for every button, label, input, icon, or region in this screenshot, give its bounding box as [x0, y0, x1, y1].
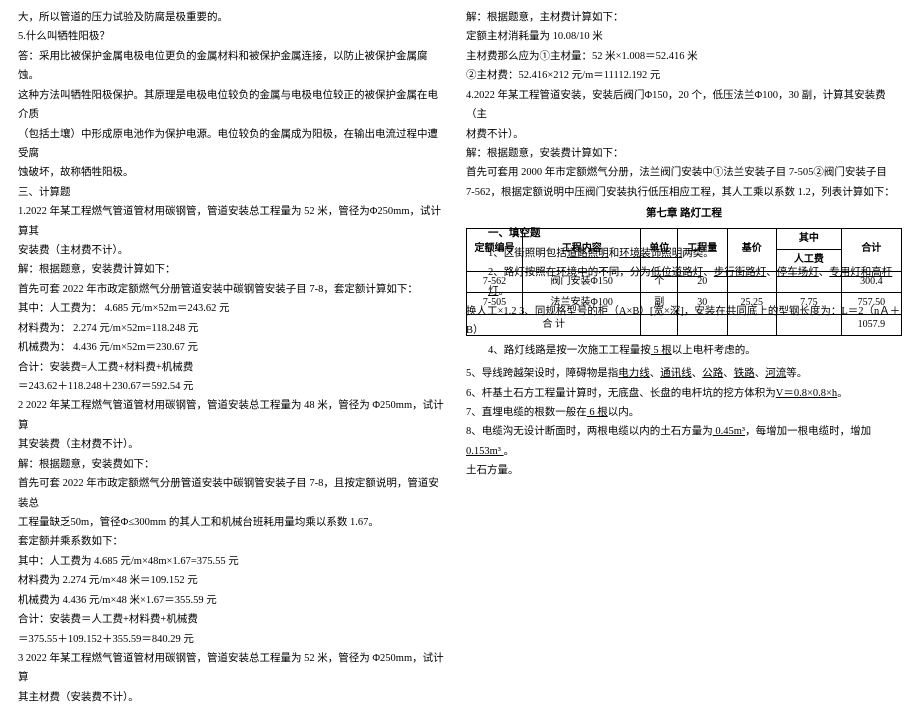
para: 4.2022 年某工程管道安装，安装后阀门Φ150，20 个，低压法兰Φ100，… [466, 86, 902, 125]
para: 主材费那么应为①主材量：52 米×1.008＝52.416 米 [466, 47, 902, 66]
td-sum-val: 1057.9 [841, 314, 901, 336]
fill-item: 5、导线跨越架设时，障碍物是指电力线、通讯线、公路、铁路、河流等。 [466, 364, 902, 383]
td-sum-label: 合 计 [467, 314, 641, 336]
fill-item: 4、路灯线路是按一次施工工程量按 5 根以上电杆考虑的。 [466, 341, 902, 360]
th-sub: 人工费 [777, 250, 842, 272]
fill-item: 7、直埋电缆的根数一般在 6 根以内。 [466, 403, 902, 422]
chapter-title: 第七章 路灯工程 [466, 204, 902, 223]
para: 套定额并乘系数如下： [18, 532, 446, 551]
para: 材料费为： 2.274 元/m×52m=118.248 元 [18, 319, 446, 338]
left-column: 大，所以管道的压力试验及防腐是极重要的。 5.什么叫牺牲阳极？ 答：采用比被保护… [18, 8, 460, 643]
para: 其中：人工费为 4.685 元/m×48m×1.67=375.55 元 [18, 552, 446, 571]
para: 2 2022 年某工程燃气管道管材用碳钢管，管道安装总工程量为 48 米，管径为… [18, 396, 446, 435]
para: 定额主材消耗量为 10.08/10 米 [466, 27, 902, 46]
td: 25.25 [727, 293, 777, 315]
td: 300.4 [841, 271, 901, 293]
para: 大，所以管道的压力试验及防腐是极重要的。 [18, 8, 446, 27]
para: 工程量缺乏50m，管径Φ≤300mm 的其人工和机械台班耗用量均乘以系数 1.6… [18, 513, 446, 532]
para: 蚀破坏，故称牺牲阳极。 [18, 163, 446, 182]
para: 5.什么叫牺牲阳极？ [18, 27, 446, 46]
para: 其安装费（主材费不计）。 [18, 435, 446, 454]
para: 材费不计）。 [466, 125, 902, 144]
td: 法兰安装Φ100 [522, 293, 640, 315]
para: 其中：人工费为： 4.685 元/m×52m＝243.62 元 [18, 299, 446, 318]
para: 安装费（主材费不计）。 [18, 241, 446, 260]
para: 7-562，根据定额说明中压阀门安装执行低压相应工程，其人工乘以系数 1.2，列… [466, 183, 902, 202]
table-row: 7-505 法兰安装Φ100 副 30 25.25 7.75 757.50 [467, 293, 902, 315]
td: 7-505 [467, 293, 523, 315]
td [727, 271, 777, 293]
th: 工程量 [678, 228, 728, 271]
fill-item: 6、杆基土石方工程量计算时，无底盘、长盘的电杆坑的挖方体积为V＝0.8×0.8×… [466, 384, 902, 403]
th: 基价 [727, 228, 777, 271]
para: 其主材费（安装费不计）。 [18, 688, 446, 707]
para: ②主材费：52.416×212 元/m＝11112.192 元 [466, 66, 902, 85]
para: 土石方量。 [466, 461, 902, 480]
th: 合计 [841, 228, 901, 271]
td: 7.75 [777, 293, 842, 315]
para: （包括土壤）中形成原电池作为保护电源。电位较负的金属成为阳极，在输出电流过程中遭… [18, 125, 446, 164]
para: ＝243.62＋118.248＋230.67＝592.54 元 [18, 377, 446, 396]
th: 定额编号 [467, 228, 523, 271]
fill-item: 8、电缆沟无设计断面时，两根电缆以内的土石方量为 0.45m³，每增加一根电缆时… [466, 422, 902, 461]
para: 材料费为 2.274 元/m×48 米＝109.152 元 [18, 571, 446, 590]
para: 首先可套 2022 年市政定额燃气分册管道安装中碳钢管安装子目 7-8，套定额计… [18, 280, 446, 299]
th: 工程内容 [522, 228, 640, 271]
para: 首先可套 2022 年市政定额燃气分册管道安装中碳钢管安装子目 7-8，且按定额… [18, 474, 446, 513]
para: 机械费为 4.436 元/m×48 米×1.67＝355.59 元 [18, 591, 446, 610]
td: 副 [641, 293, 678, 315]
para: 机械费为： 4.436 元/m×52m＝230.67 元 [18, 338, 446, 357]
td: 757.50 [841, 293, 901, 315]
para: 合计：安装费＝人工费+材料费+机械费 [18, 610, 446, 629]
para: ＝375.55＋109.152＋355.59＝840.29 元 [18, 630, 446, 649]
para: 3 2022 年某工程燃气管道管材用碳钢管，管道安装总工程量为 52 米，管径为… [18, 649, 446, 688]
para: 合计：安装费=人工费+材料费+机械费 [18, 358, 446, 377]
th: 单位 [641, 228, 678, 271]
td [777, 271, 842, 293]
para: 解：根据题意，主材费计算如下： [466, 8, 902, 27]
section-heading: 三、计算题 [18, 183, 446, 202]
para: 首先可套用 2000 年市定额燃气分册，法兰阀门安装中①法兰安装子目 7-505… [466, 163, 902, 182]
table-header-row: 定额编号 工程内容 单位 工程量 基价 其中 合计 [467, 228, 902, 250]
td: 个 [641, 271, 678, 293]
right-column: 解：根据题意，主材费计算如下： 定额主材消耗量为 10.08/10 米 主材费那… [460, 8, 902, 643]
table-row: 7-562 阀门安装Φ150 个 20 300.4 [467, 271, 902, 293]
para: 1.2022 年某工程燃气管道管材用碳钢管，管道安装总工程量为 52 米，管径为… [18, 202, 446, 241]
para: 答：采用比被保护金属电极电位更负的金属材料和被保护金属连接，以防止被保护金属腐蚀… [18, 47, 446, 86]
para: 解：根据题意，安装费如下： [18, 455, 446, 474]
para: 这种方法叫牺牲阳极保护。其原理是电极电位较负的金属与电极电位较正的被保护金属在电… [18, 86, 446, 125]
calc-table: 定额编号 工程内容 单位 工程量 基价 其中 合计 人工费 7-562 阀门安装… [466, 228, 902, 337]
td: 7-562 [467, 271, 523, 293]
para: 解：根据题意，安装费计算如下： [466, 144, 902, 163]
td: 30 [678, 293, 728, 315]
td: 20 [678, 271, 728, 293]
td: 阀门安装Φ150 [522, 271, 640, 293]
th: 其中 [777, 228, 842, 250]
para: 解：根据题意，安装费计算如下： [18, 260, 446, 279]
table-sum-row: 合 计 1057.9 [467, 314, 902, 336]
